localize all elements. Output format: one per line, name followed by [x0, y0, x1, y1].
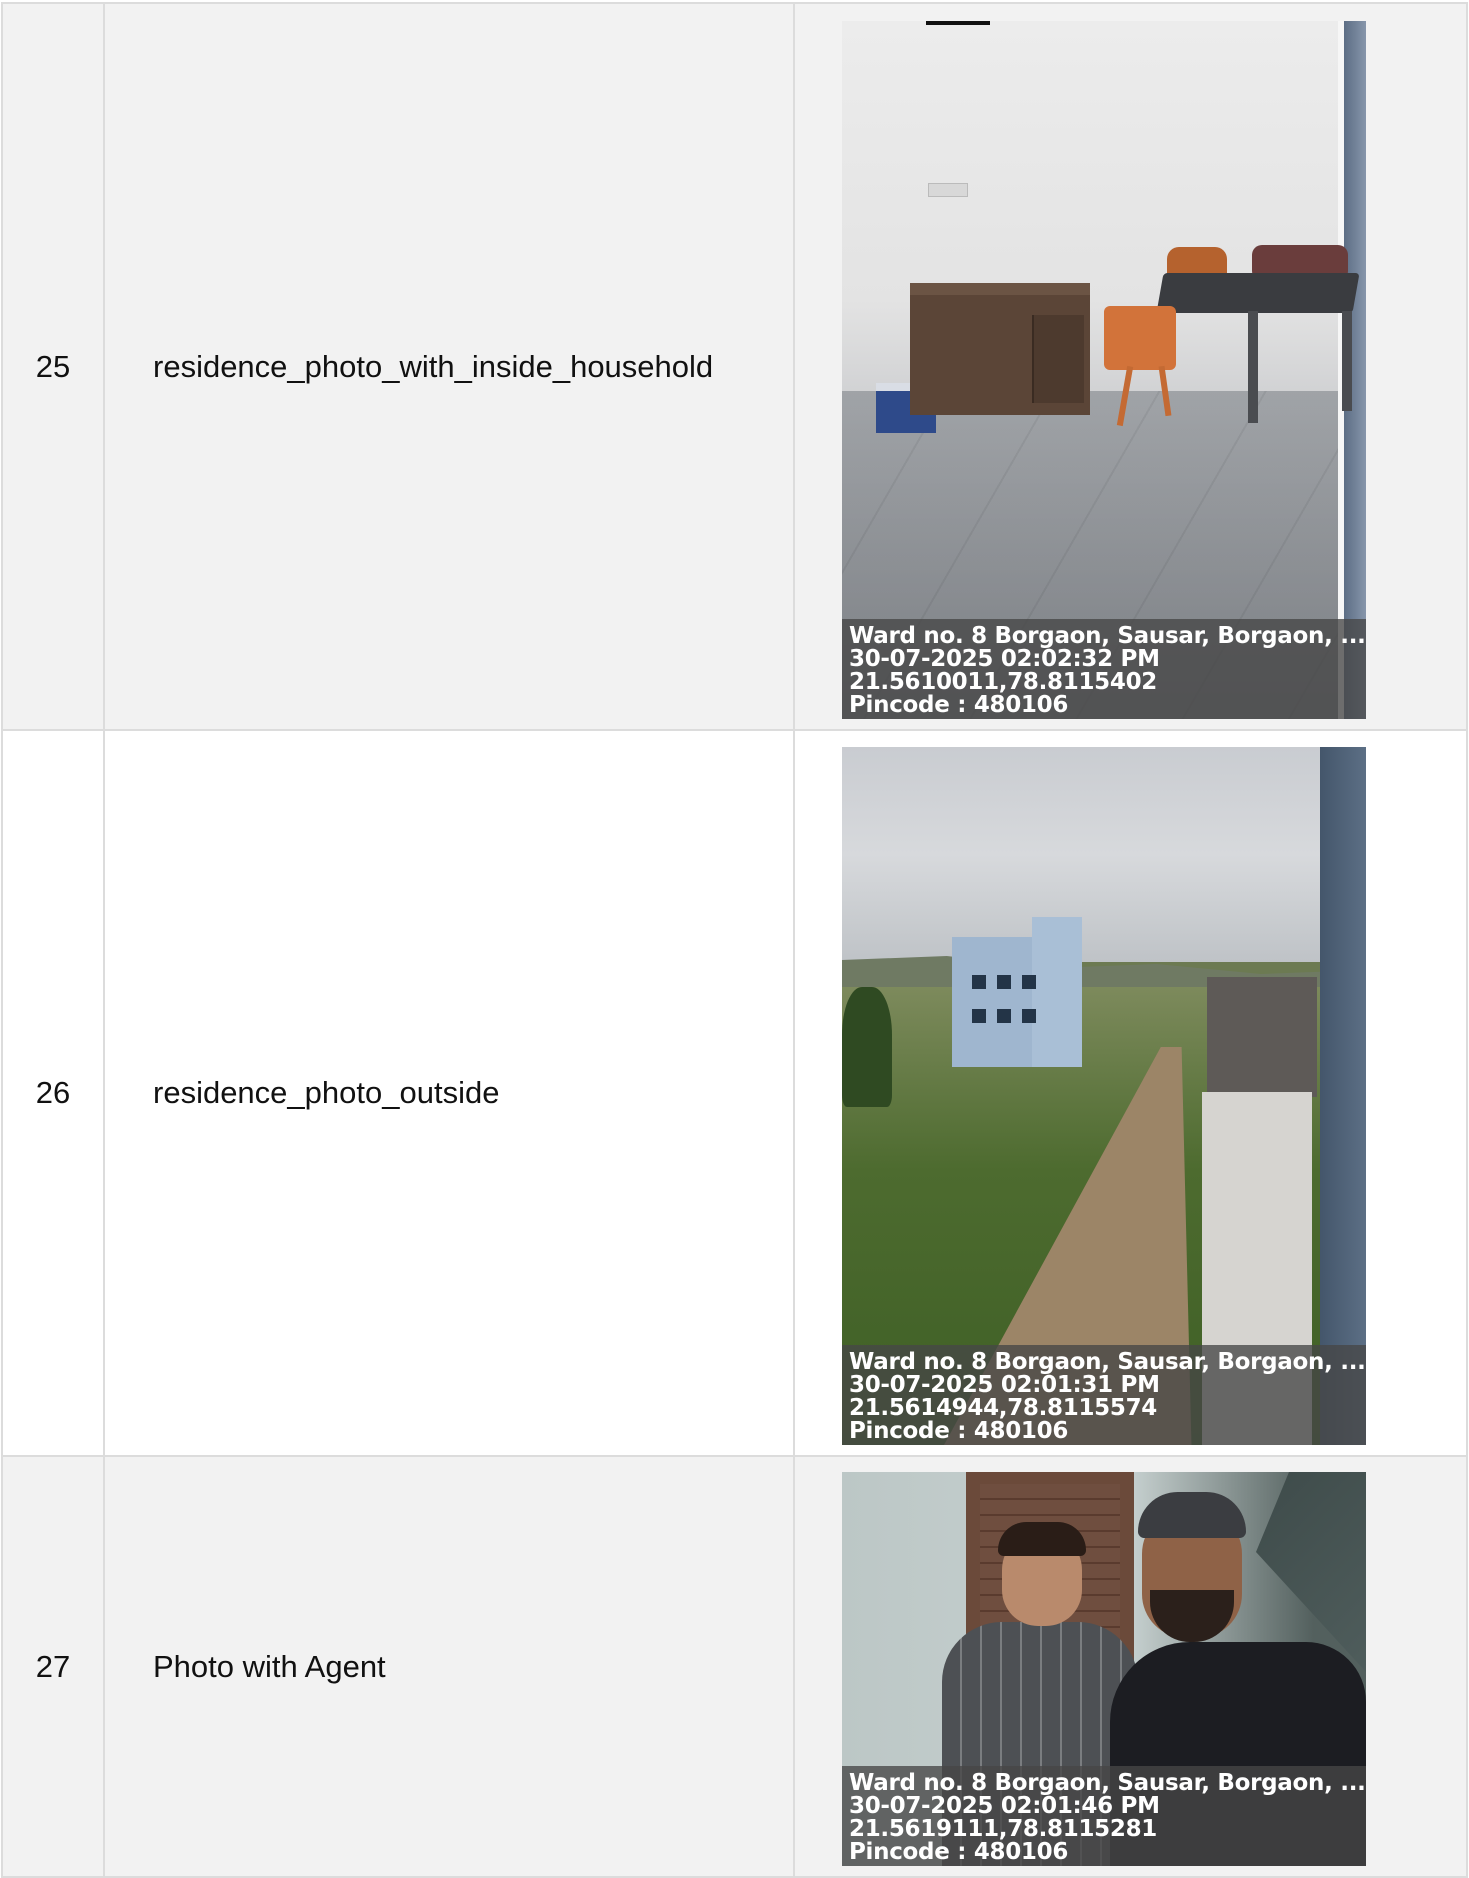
geo-coords: 21.5619111,78.8115281	[849, 1816, 1157, 1842]
geo-tag-overlay: Ward no. 8 Borgaon, Sausar, Borgaon, ...…	[842, 618, 1366, 719]
geo-address: Ward no. 8 Borgaon, Sausar, Borgaon, ...	[849, 1349, 1366, 1375]
geo-address: Ward no. 8 Borgaon, Sausar, Borgaon, ...	[849, 622, 1366, 649]
photo-table: 25 residence_photo_with_inside_household	[1, 2, 1468, 1878]
geo-pincode: Pincode : 480106	[849, 1418, 1069, 1444]
row-label: residence_photo_outside	[103, 729, 795, 1457]
residence-inside-photo[interactable]: Ward no. 8 Borgaon, Sausar, Borgaon, ...…	[842, 20, 1366, 719]
geo-tag-overlay: Ward no. 8 Borgaon, Sausar, Borgaon, ...…	[842, 1345, 1366, 1445]
row-index: 27	[1, 1455, 105, 1878]
geo-coords: 21.5614944,78.8115574	[849, 1395, 1157, 1421]
row-label: residence_photo_with_inside_household	[103, 2, 795, 731]
table-row: 26 residence_photo_outside Ward no. 8 Bo…	[1, 729, 1468, 1457]
geo-datetime: 30-07-2025 02:01:46 PM	[849, 1793, 1160, 1819]
geo-datetime: 30-07-2025 02:01:31 PM	[849, 1372, 1160, 1398]
photo-cell: Ward no. 8 Borgaon, Sausar, Borgaon, ...…	[793, 2, 1468, 731]
row-index: 25	[1, 2, 105, 731]
geo-pincode: Pincode : 480106	[849, 691, 1069, 718]
row-label: Photo with Agent	[103, 1455, 795, 1878]
residence-outside-photo[interactable]: Ward no. 8 Borgaon, Sausar, Borgaon, ...…	[842, 747, 1366, 1445]
geo-address: Ward no. 8 Borgaon, Sausar, Borgaon, ...	[849, 1770, 1366, 1796]
agent-photo[interactable]: Ward no. 8 Borgaon, Sausar, Borgaon, ...…	[842, 1472, 1366, 1866]
table-row: 27 Photo with Agent Ward no. 8 Borgaon, …	[1, 1455, 1468, 1878]
row-index: 26	[1, 729, 105, 1457]
geo-pincode: Pincode : 480106	[849, 1839, 1069, 1865]
geo-tag-overlay: Ward no. 8 Borgaon, Sausar, Borgaon, ...…	[842, 1766, 1366, 1866]
photo-cell: Ward no. 8 Borgaon, Sausar, Borgaon, ...…	[793, 1455, 1468, 1878]
table-row: 25 residence_photo_with_inside_household	[1, 2, 1468, 731]
geo-datetime: 30-07-2025 02:02:32 PM	[849, 645, 1160, 672]
photo-cell: Ward no. 8 Borgaon, Sausar, Borgaon, ...…	[793, 729, 1468, 1457]
geo-coords: 21.5610011,78.8115402	[849, 668, 1157, 695]
